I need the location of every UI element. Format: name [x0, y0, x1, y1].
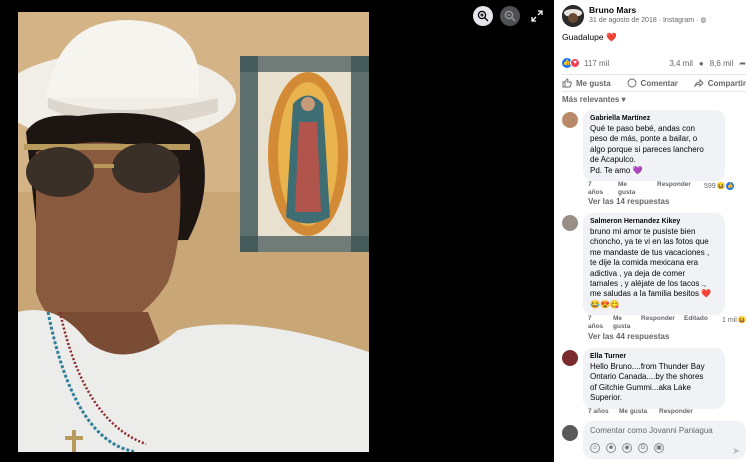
comment-line: Superior. — [590, 393, 623, 403]
comment-input[interactable]: Comentar como Jovanni Paniagua ☺ ☻ ◉ G ▣ — [583, 421, 746, 459]
camera-icon[interactable]: ◉ — [622, 443, 632, 453]
thumbs-up-icon — [562, 78, 572, 88]
commenter-avatar[interactable] — [562, 215, 578, 231]
comment-age[interactable]: 7 años — [588, 315, 603, 331]
comment-line: me mandaste de tus vacaciones , — [590, 247, 710, 257]
comment-input-placeholder: Comentar como Jovanni Paniagua — [590, 426, 713, 435]
post-photo — [18, 12, 369, 452]
commenter-name[interactable]: Ella Turner — [590, 352, 718, 362]
current-user-avatar — [562, 425, 578, 441]
post-side-panel: Bruno Mars 31 de agosto de 2018 · Instag… — [554, 0, 750, 462]
comment-reaction-summary[interactable]: 599 😆 👍 — [704, 182, 735, 190]
zoom-in-button[interactable] — [473, 6, 493, 26]
post-header: Bruno Mars 31 de agosto de 2018 · Instag… — [562, 5, 706, 27]
comment-item: Ella Turner Hello Bruno....from Thunder … — [562, 348, 725, 409]
comment-age[interactable]: 7 años — [588, 408, 609, 416]
comment-line: algo porque si pareces lanchero — [590, 144, 704, 154]
post-meta: 31 de agosto de 2018 · Instagram · ◍ — [589, 17, 707, 24]
author-name[interactable]: Bruno Mars — [589, 5, 706, 16]
shares-count[interactable]: 8,6 mil — [710, 59, 734, 68]
post-actions: Me gusta Comentar Compartir — [562, 74, 746, 92]
comment-line: Pd. Te amo 💜 — [590, 165, 643, 175]
comment-line: peso de más, ponte a bailar, o — [590, 134, 698, 144]
caret-down-icon: ▾ — [621, 95, 626, 104]
comment-age[interactable]: 7 años — [588, 181, 603, 197]
laugh-reaction-icon: 😆 — [737, 317, 747, 324]
like-reaction-icon: 👍 — [726, 182, 735, 190]
comment-bubble-icon — [627, 78, 636, 88]
heart-emoji: ❤️ — [605, 32, 617, 42]
gif-icon[interactable]: G — [638, 443, 648, 453]
comment-line: Ontario Canada....by the shores — [590, 372, 704, 382]
comment-line: Qué te paso bebé, andas con — [590, 124, 695, 133]
comment-reply-link[interactable]: Responder — [641, 315, 675, 323]
globe-icon: ◍ — [700, 17, 707, 24]
laugh-reaction-icon: 😆 — [716, 183, 726, 190]
comment-reaction-summary[interactable]: 1 mil 😆 — [722, 316, 747, 325]
sticker-icon[interactable]: ▣ — [654, 443, 664, 453]
post-source: Instagram — [662, 17, 695, 24]
comment-line: te dije la comida mexicana era — [590, 258, 699, 268]
comment-line: of Gitchie Gummi...aka Lake — [590, 382, 691, 392]
view-replies-link[interactable]: Ver las 44 respuestas — [588, 332, 669, 341]
comment-line: bruno mi amor te pusiste bien — [590, 227, 696, 236]
post-caption: Guadalupe ❤️ — [562, 32, 617, 42]
comment-like-link[interactable]: Me gusta — [619, 408, 647, 416]
expand-icon — [531, 10, 543, 22]
comment-sort-dropdown[interactable]: Más relevantes ▾ — [562, 95, 626, 104]
comment-button[interactable]: Comentar — [627, 78, 678, 88]
post-date[interactable]: 31 de agosto de 2018 — [589, 17, 657, 24]
send-icon[interactable]: ➤ — [732, 446, 740, 457]
reaction-summary: 👍 ♥ 117 mil 3,4 mil ● 8,6 mil ➦ — [562, 58, 746, 68]
commenter-name[interactable]: Gabriella Martínez — [590, 114, 718, 124]
zoom-out-icon — [504, 10, 516, 22]
share-count-icon: ➦ — [739, 58, 746, 68]
author-avatar[interactable] — [562, 5, 584, 27]
emoji-icon[interactable]: ☻ — [606, 443, 616, 453]
comment-bubble: Gabriella Martínez Qué te paso bebé, and… — [583, 110, 725, 182]
commenter-avatar[interactable] — [562, 112, 578, 128]
comment-line: adictiva , ya deja de comer — [590, 268, 686, 278]
share-arrow-icon — [693, 78, 704, 88]
comment-line: choncho, ya te vi en las fotos que — [590, 237, 709, 247]
comment-line: me saludas a la familia besitos ❤️ — [590, 289, 712, 299]
zoom-in-icon — [477, 10, 489, 22]
comment-reply-link[interactable]: Responder — [657, 181, 691, 189]
comment-item: Gabriella Martínez Qué te paso bebé, and… — [562, 110, 725, 182]
reactions-count[interactable]: 117 mil — [584, 59, 609, 68]
expand-button[interactable] — [527, 6, 547, 26]
edited-label: Editado — [684, 315, 708, 322]
comment-line: tamales , y aléjate de los tacos ., — [590, 279, 707, 289]
comment-count-icon: ● — [698, 58, 704, 68]
comment-reply-link[interactable]: Responder — [659, 408, 693, 416]
comment-bubble: Salmeron Hernandez Kikey bruno mi amor t… — [583, 213, 725, 316]
commenter-avatar[interactable] — [562, 350, 578, 366]
comment-line: de Acapulco. — [590, 155, 636, 165]
comments-count[interactable]: 3,4 mil — [669, 59, 693, 68]
comment-bubble: Ella Turner Hello Bruno....from Thunder … — [583, 348, 725, 409]
comment-like-link[interactable]: Me gusta — [618, 181, 635, 197]
comment-composer: Comentar como Jovanni Paniagua ☺ ☻ ◉ G ▣… — [562, 421, 748, 459]
comment-line: Hello Bruno....from Thunder Bay — [590, 362, 705, 371]
avatar-sticker-icon[interactable]: ☺ — [590, 443, 600, 453]
comment-line: 😂😍😋 — [590, 299, 620, 309]
like-button[interactable]: Me gusta — [562, 78, 611, 88]
comment-item: Salmeron Hernandez Kikey bruno mi amor t… — [562, 213, 725, 316]
photo-viewer — [0, 0, 554, 462]
share-button[interactable]: Compartir — [693, 78, 746, 88]
view-replies-link[interactable]: Ver las 14 respuestas — [588, 197, 669, 206]
comment-like-link[interactable]: Me gusta — [613, 315, 630, 331]
commenter-name[interactable]: Salmeron Hernandez Kikey — [590, 217, 718, 227]
love-reaction-icon[interactable]: ♥ — [570, 58, 580, 68]
zoom-out-button[interactable] — [500, 6, 520, 26]
